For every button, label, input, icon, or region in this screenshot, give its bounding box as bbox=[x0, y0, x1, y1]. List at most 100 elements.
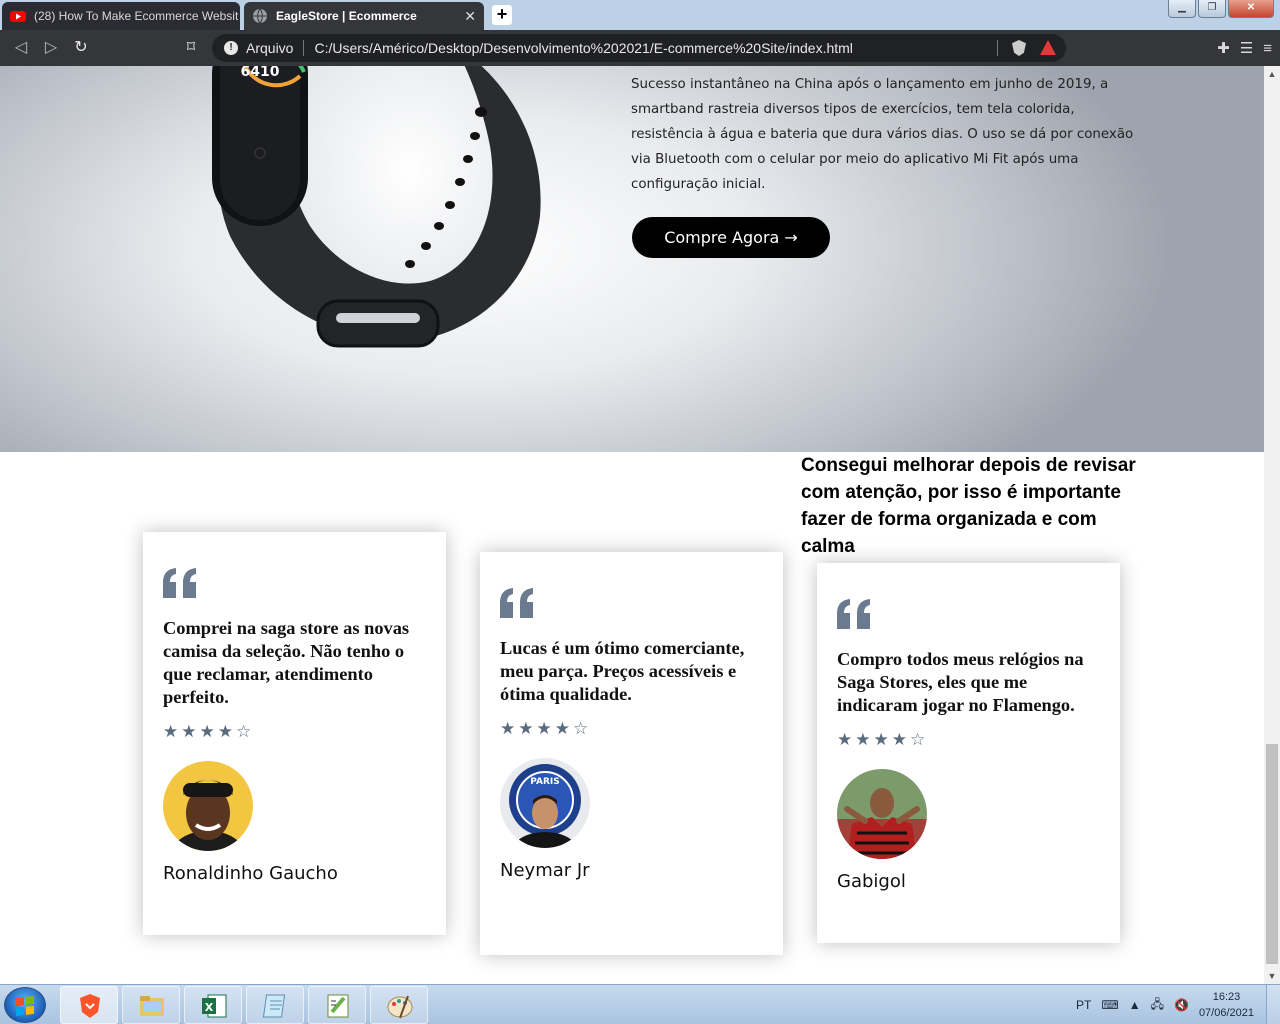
star-filled-icon: ★ bbox=[199, 722, 215, 741]
avatar: PARIS bbox=[500, 758, 590, 848]
forward-icon[interactable]: ▷ bbox=[36, 33, 66, 63]
avatar bbox=[163, 761, 253, 851]
taskbar-excel[interactable]: X bbox=[184, 986, 242, 1024]
avatar-photo bbox=[837, 769, 927, 859]
keyboard-icon[interactable]: ⌨ bbox=[1101, 998, 1118, 1012]
star-filled-icon: ★ bbox=[855, 730, 871, 749]
playlist-icon[interactable]: ☰ bbox=[1240, 39, 1253, 57]
star-filled-icon: ★ bbox=[554, 719, 570, 738]
taskbar-file-explorer[interactable] bbox=[122, 986, 180, 1024]
windows-taskbar: X PT ⌨ ▲ 🖧 🔇 16:23 07/06/2021 bbox=[0, 984, 1280, 1024]
star-empty-icon: ☆ bbox=[910, 730, 926, 749]
scroll-up-icon[interactable]: ▲ bbox=[1264, 66, 1280, 82]
system-tray: PT ⌨ ▲ 🖧 🔇 16:23 07/06/2021 bbox=[1076, 985, 1280, 1024]
customer-name: Ronaldinho Gaucho bbox=[163, 863, 338, 884]
taskbar-paint[interactable] bbox=[370, 986, 428, 1024]
notepad-plus-plus-icon bbox=[327, 994, 349, 1018]
reload-icon[interactable]: ↻ bbox=[66, 33, 96, 63]
scroll-down-icon[interactable]: ▼ bbox=[1264, 968, 1280, 984]
customer-name: Gabigol bbox=[837, 871, 906, 892]
excel-icon: X bbox=[202, 994, 227, 1018]
menu-icon[interactable]: ≡ bbox=[1263, 40, 1272, 57]
close-window-button[interactable]: ✕ bbox=[1228, 0, 1274, 18]
taskbar-notepad[interactable] bbox=[246, 986, 304, 1024]
tab-youtube[interactable]: (28) How To Make Ecommerce Websit bbox=[2, 2, 240, 30]
back-icon[interactable]: ◁ bbox=[6, 33, 36, 63]
show-hidden-icons-icon[interactable]: ▲ bbox=[1129, 998, 1141, 1012]
watch-display: 6410 bbox=[241, 66, 280, 80]
taskbar-brave[interactable] bbox=[60, 986, 118, 1024]
start-button[interactable] bbox=[4, 987, 46, 1023]
buy-now-button[interactable]: Compre Agora → bbox=[632, 217, 830, 258]
star-filled-icon: ★ bbox=[217, 722, 233, 741]
page-scrollbar[interactable]: ▲ ▼ bbox=[1264, 66, 1280, 984]
star-filled-icon: ★ bbox=[891, 730, 907, 749]
smartband-image: 6410 bbox=[212, 66, 541, 348]
address-bar[interactable]: ! Arquivo C:/Users/Américo/Desktop/Desen… bbox=[212, 34, 1066, 62]
new-tab-button[interactable]: + bbox=[492, 5, 512, 25]
volume-muted-icon[interactable]: 🔇 bbox=[1174, 998, 1189, 1012]
star-filled-icon: ★ bbox=[500, 719, 516, 738]
svg-text:X: X bbox=[205, 1001, 214, 1014]
notepad-icon bbox=[262, 994, 286, 1018]
quote-icon bbox=[837, 599, 870, 629]
globe-icon bbox=[253, 8, 267, 24]
network-icon[interactable]: 🖧 bbox=[1151, 995, 1164, 1016]
maximize-button[interactable]: ❐ bbox=[1198, 0, 1226, 18]
clock-date: 07/06/2021 bbox=[1198, 1007, 1254, 1019]
rating-stars: ★ ★ ★ ★ ☆ bbox=[500, 720, 763, 738]
star-filled-icon: ★ bbox=[536, 719, 552, 738]
address-divider bbox=[997, 40, 998, 56]
browser-toolbar: ◁ ▷ ↻ ⌑ ! Arquivo C:/Users/Américo/Deskt… bbox=[0, 30, 1280, 66]
windows-logo-icon bbox=[16, 995, 34, 1017]
star-filled-icon: ★ bbox=[181, 722, 197, 741]
testimonial-text: Compro todos meus relógios na Saga Store… bbox=[837, 649, 1084, 715]
star-empty-icon: ☆ bbox=[236, 722, 252, 741]
avatar-photo bbox=[163, 761, 253, 851]
clock-time: 16:23 bbox=[1212, 991, 1241, 1003]
address-scheme: Arquivo bbox=[246, 40, 294, 56]
hero-description: Sucesso instantâneo na China após o lanç… bbox=[631, 77, 1134, 192]
scroll-thumb[interactable] bbox=[1266, 744, 1278, 964]
brave-rewards-icon[interactable] bbox=[1040, 40, 1056, 55]
quote-icon bbox=[500, 588, 533, 618]
brave-shields-icon[interactable] bbox=[1012, 40, 1026, 56]
paint-icon bbox=[387, 995, 413, 1019]
taskbar-notepad-plus-plus[interactable] bbox=[308, 986, 366, 1024]
star-empty-icon: ☆ bbox=[573, 719, 589, 738]
address-separator bbox=[303, 40, 305, 56]
avatar-photo: PARIS bbox=[500, 758, 590, 848]
page-viewport: 6410 Sucesso instantâneo na China após o… bbox=[0, 66, 1264, 984]
avatar bbox=[837, 769, 927, 859]
minimize-button[interactable]: ▁ bbox=[1168, 0, 1196, 18]
bookmark-icon[interactable]: ⌑ bbox=[176, 33, 206, 63]
testimonial-card: Comprei na saga store as novas camisa da… bbox=[143, 532, 446, 935]
info-icon[interactable]: ! bbox=[224, 41, 238, 55]
star-filled-icon: ★ bbox=[163, 722, 179, 741]
close-tab-icon[interactable]: ✕ bbox=[464, 8, 476, 25]
rating-stars: ★ ★ ★ ★ ☆ bbox=[837, 731, 1100, 749]
youtube-icon bbox=[10, 11, 26, 22]
testimonial-text: Lucas é um ótimo comerciante, meu parça.… bbox=[500, 638, 745, 704]
show-desktop-button[interactable] bbox=[1266, 985, 1280, 1024]
window-controls: ▁ ❐ ✕ bbox=[1168, 0, 1274, 18]
brave-icon bbox=[80, 994, 100, 1018]
testimonial-card: Lucas é um ótimo comerciante, meu parça.… bbox=[480, 552, 783, 955]
quote-icon bbox=[163, 568, 196, 598]
address-url[interactable]: C:/Users/Américo/Desktop/Desenvolvimento… bbox=[314, 40, 852, 56]
hero-section: 6410 Sucesso instantâneo na China após o… bbox=[0, 66, 1264, 452]
browser-titlebar: (28) How To Make Ecommerce Websit EagleS… bbox=[0, 0, 1280, 30]
tab-eaglestore[interactable]: EagleStore | Ecommerce ✕ bbox=[244, 2, 484, 30]
star-filled-icon: ★ bbox=[837, 730, 853, 749]
testimonials-headline: Consegui melhorar depois de revisar com … bbox=[801, 455, 1136, 557]
avatar-badge-text: PARIS bbox=[530, 777, 560, 787]
testimonial-text: Comprei na saga store as novas camisa da… bbox=[163, 618, 410, 707]
language-indicator[interactable]: PT bbox=[1076, 998, 1091, 1012]
toolbar-icons: ✚ ☰ ≡ bbox=[1217, 30, 1272, 66]
extensions-icon[interactable]: ✚ bbox=[1217, 39, 1230, 57]
rating-stars: ★ ★ ★ ★ ☆ bbox=[163, 723, 426, 741]
star-filled-icon: ★ bbox=[518, 719, 534, 738]
tab-title: (28) How To Make Ecommerce Websit bbox=[34, 9, 239, 23]
clock[interactable]: 16:23 07/06/2021 bbox=[1199, 989, 1254, 1021]
customer-name: Neymar Jr bbox=[500, 860, 590, 881]
